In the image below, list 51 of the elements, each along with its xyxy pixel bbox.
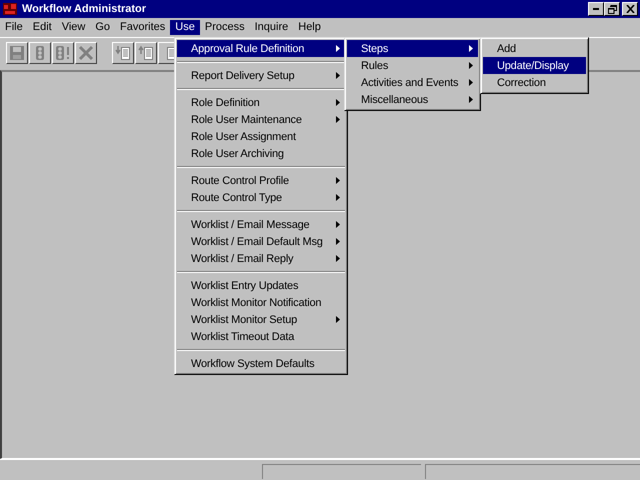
- app-icon: [2, 2, 18, 16]
- minimize-icon: [593, 8, 599, 10]
- menu-item[interactable]: Activities and Events: [347, 74, 478, 91]
- menu-item[interactable]: Worklist Monitor Setup: [177, 311, 345, 328]
- menu-item[interactable]: Steps: [347, 40, 478, 57]
- restore-icon: [608, 4, 616, 14]
- traffic-light-alert-button[interactable]: [52, 42, 74, 64]
- menu-item[interactable]: Worklist / Email Reply: [177, 250, 345, 267]
- close-button[interactable]: [622, 2, 638, 16]
- minimize-button[interactable]: [588, 2, 604, 16]
- menu-item[interactable]: Role User Maintenance: [177, 111, 345, 128]
- traffic-light-alert-icon: [55, 45, 71, 61]
- menu-item[interactable]: Correction: [483, 74, 586, 91]
- close-icon: [626, 5, 634, 13]
- delete-button[interactable]: [75, 42, 97, 64]
- menu-bar-item[interactable]: File: [0, 20, 28, 35]
- menu-item[interactable]: Approval Rule Definition: [177, 40, 345, 57]
- menu-item[interactable]: Report Delivery Setup: [177, 67, 345, 84]
- menu-item[interactable]: Worklist Monitor Notification: [177, 294, 345, 311]
- menu-bar-item[interactable]: Process: [200, 20, 250, 35]
- menu-item[interactable]: Role User Archiving: [177, 145, 345, 162]
- menu-item[interactable]: Worklist Entry Updates: [177, 277, 345, 294]
- menu-item[interactable]: Worklist / Email Message: [177, 216, 345, 233]
- menu-item[interactable]: Workflow System Defaults: [177, 355, 345, 372]
- menu-bar-item[interactable]: Edit: [28, 20, 57, 35]
- menu-item[interactable]: Worklist Timeout Data: [177, 328, 345, 345]
- menu-item[interactable]: Route Control Type: [177, 189, 345, 206]
- menu-bar-item[interactable]: Inquire: [250, 20, 294, 35]
- menu-item[interactable]: Miscellaneous: [347, 91, 478, 108]
- menu-bar-item[interactable]: Favorites: [115, 20, 170, 35]
- document-up-button[interactable]: [135, 42, 157, 64]
- menu-item[interactable]: Route Control Profile: [177, 172, 345, 189]
- traffic-light-button[interactable]: [29, 42, 51, 64]
- document-arrow-icon: [115, 45, 131, 61]
- x-mark-icon: [78, 45, 94, 61]
- menu-item[interactable]: Rules: [347, 57, 478, 74]
- menu-item[interactable]: Role User Assignment: [177, 128, 345, 145]
- traffic-light-icon: [35, 45, 45, 61]
- menu-item[interactable]: Update/Display: [483, 57, 586, 74]
- menu-bar-item[interactable]: View: [56, 20, 90, 35]
- save-button[interactable]: [6, 42, 28, 64]
- menu-item[interactable]: Role Definition: [177, 94, 345, 111]
- document-arrow-icon: [138, 45, 154, 61]
- window-title: Workflow Administrator: [22, 3, 148, 15]
- document-down-button[interactable]: [112, 42, 134, 64]
- menu-bar-item[interactable]: Help: [293, 20, 326, 35]
- menu-item[interactable]: Add: [483, 40, 586, 57]
- restore-button[interactable]: [604, 2, 620, 16]
- menu-bar-item[interactable]: Go: [90, 20, 116, 35]
- menu-bar-item[interactable]: Use: [170, 20, 200, 35]
- menu-item[interactable]: Worklist / Email Default Msg: [177, 233, 345, 250]
